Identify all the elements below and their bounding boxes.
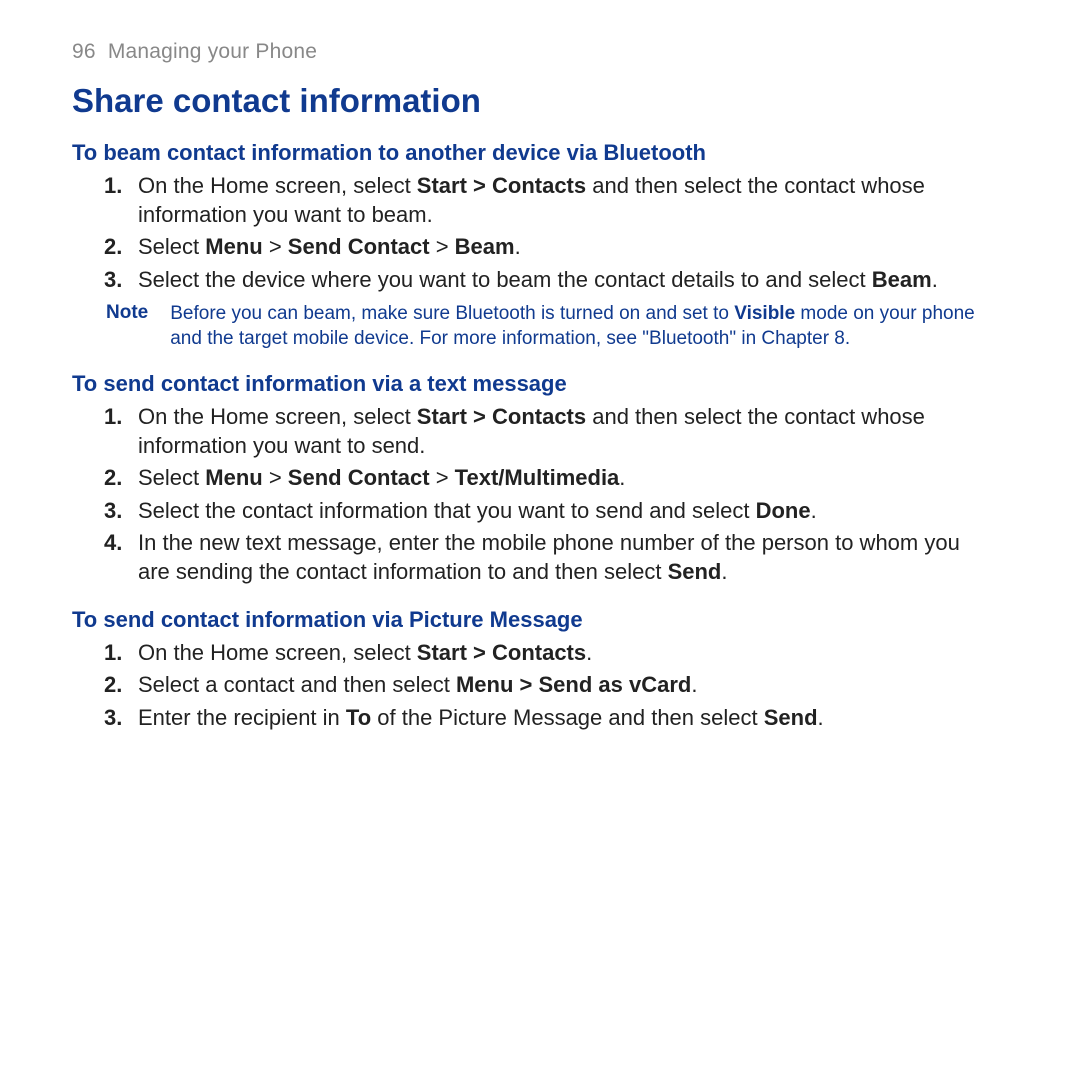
page-title: Share contact information: [72, 82, 992, 120]
step-item: Select Menu > Send Contact > Beam.: [138, 233, 992, 262]
note: Note Before you can beam, make sure Blue…: [106, 302, 992, 351]
note-label: Note: [106, 302, 148, 351]
step-item: Select the contact information that you …: [138, 497, 992, 526]
step-item: On the Home screen, select Start > Conta…: [138, 172, 992, 229]
chapter-title: Managing your Phone: [108, 40, 317, 63]
step-item: In the new text message, enter the mobil…: [138, 529, 992, 586]
page-number: 96: [72, 40, 96, 63]
step-item: Select a contact and then select Menu > …: [138, 671, 992, 700]
step-item: Select the device where you want to beam…: [138, 266, 992, 295]
section-heading: To send contact information via Picture …: [72, 607, 992, 633]
note-body: Before you can beam, make sure Bluetooth…: [170, 302, 984, 351]
step-item: On the Home screen, select Start > Conta…: [138, 403, 992, 460]
step-list: On the Home screen, select Start > Conta…: [72, 403, 992, 587]
step-item: Select Menu > Send Contact > Text/Multim…: [138, 464, 992, 493]
page: 96 Managing your Phone Share contact inf…: [0, 0, 1080, 1080]
running-header: 96 Managing your Phone: [72, 40, 992, 64]
step-item: On the Home screen, select Start > Conta…: [138, 639, 992, 668]
section-heading: To beam contact information to another d…: [72, 140, 992, 166]
step-item: Enter the recipient in To of the Picture…: [138, 704, 992, 733]
step-list: On the Home screen, select Start > Conta…: [72, 172, 992, 294]
step-list: On the Home screen, select Start > Conta…: [72, 639, 992, 733]
section-heading: To send contact information via a text m…: [72, 371, 992, 397]
